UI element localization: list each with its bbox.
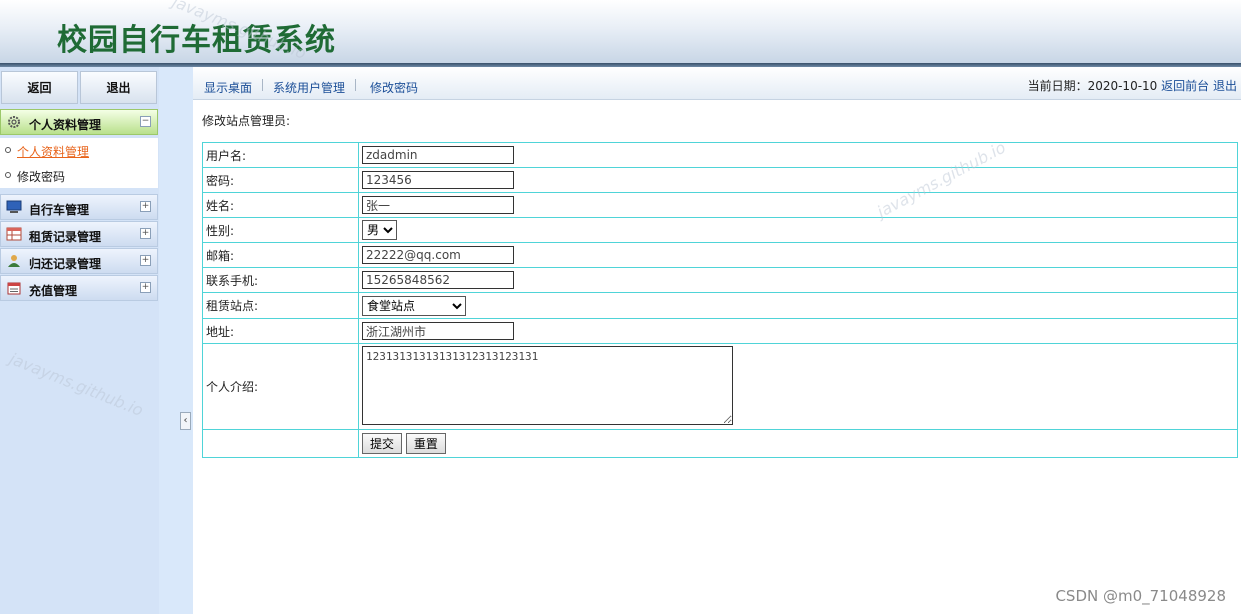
password-field[interactable] xyxy=(362,171,514,189)
bullet-icon xyxy=(5,147,11,153)
calendar-icon xyxy=(7,282,21,295)
form-row: 提交 重置 xyxy=(202,429,1238,458)
date-area: 当前日期：2020-10-10 返回前台 退出 xyxy=(1028,77,1237,94)
form-row: 姓名: xyxy=(202,192,1238,218)
sidebar-section-label: 自行车管理 xyxy=(29,203,90,217)
form-row: 邮箱: xyxy=(202,242,1238,268)
nav-separator xyxy=(262,79,263,91)
logout-button[interactable]: 退出 xyxy=(80,71,157,104)
expand-toggle-icon[interactable]: + xyxy=(140,201,151,212)
app-header: 校园自行车租赁系统 xyxy=(0,0,1241,63)
back-button[interactable]: 返回 xyxy=(1,71,78,104)
reset-button[interactable]: 重置 xyxy=(405,433,446,454)
form-row: 联系手机: xyxy=(202,267,1238,293)
sidebar-section-recharge[interactable]: 充值管理 + xyxy=(0,275,158,301)
nav-link-desktop[interactable]: 显示桌面 xyxy=(204,79,252,96)
label-password: 密码: xyxy=(202,167,359,193)
edit-form: 用户名: 密码: 姓名: 性别: 男 邮箱: 联系手机: 租赁站点: 食堂站点 … xyxy=(202,142,1238,458)
label-email: 邮箱: xyxy=(202,242,359,268)
sidebar-menu: 返回 退出 个人资料管理 − 个人资料管理 修改密码 自行车管理 + 租赁记录管… xyxy=(0,67,159,614)
sidebar-section-label: 租赁记录管理 xyxy=(29,230,102,244)
nav-link-change-password[interactable]: 修改密码 xyxy=(370,79,418,96)
top-nav-bar: 显示桌面 系统用户管理 修改密码 当前日期：2020-10-10 返回前台 退出 xyxy=(193,67,1241,100)
station-select[interactable]: 食堂站点 xyxy=(362,295,466,316)
label-username: 用户名: xyxy=(202,142,359,168)
email-field[interactable] xyxy=(362,246,514,264)
label-name: 姓名: xyxy=(202,192,359,218)
form-row: 性别: 男 xyxy=(202,217,1238,243)
sidebar-item-profile[interactable]: 个人资料管理 xyxy=(0,138,158,163)
collapse-toggle-icon[interactable]: − xyxy=(140,116,151,127)
form-row: 密码: xyxy=(202,167,1238,193)
form-row: 租赁站点: 食堂站点 xyxy=(202,292,1238,319)
user-icon xyxy=(8,255,20,267)
logout-link[interactable]: 退出 xyxy=(1213,79,1237,93)
form-row: 个人介绍: 12313131313131312313123131 xyxy=(202,343,1238,430)
sidebar-item-label[interactable]: 个人资料管理 xyxy=(17,143,89,160)
form-row: 用户名: xyxy=(202,142,1238,168)
table-icon xyxy=(6,227,22,241)
back-to-frontend-link[interactable]: 返回前台 xyxy=(1161,79,1209,93)
page-heading: 修改站点管理员: xyxy=(202,114,291,128)
label-intro: 个人介绍: xyxy=(202,343,359,430)
current-date: 当前日期：2020-10-10 xyxy=(1027,79,1158,93)
username-field[interactable] xyxy=(362,146,514,164)
phone-field[interactable] xyxy=(362,271,514,289)
bullet-icon xyxy=(5,172,11,178)
sidebar-item-change-password[interactable]: 修改密码 xyxy=(0,163,158,188)
sidebar-section-bikes[interactable]: 自行车管理 + xyxy=(0,194,158,220)
sidebar-section-rentals[interactable]: 租赁记录管理 + xyxy=(0,221,158,247)
label-address: 地址: xyxy=(202,318,359,344)
sidebar-section-returns[interactable]: 归还记录管理 + xyxy=(0,248,158,274)
address-field[interactable] xyxy=(362,322,514,340)
sidebar-collapse-button[interactable]: ‹ xyxy=(180,412,191,430)
gender-select[interactable]: 男 xyxy=(362,220,397,240)
label-phone: 联系手机: xyxy=(202,267,359,293)
csdn-watermark: CSDN @m0_71048928 xyxy=(1055,587,1226,605)
form-row: 地址: xyxy=(202,318,1238,344)
name-field[interactable] xyxy=(362,196,514,214)
label-gender: 性别: xyxy=(202,217,359,243)
monitor-icon xyxy=(6,200,22,213)
expand-toggle-icon[interactable]: + xyxy=(140,255,151,266)
expand-toggle-icon[interactable]: + xyxy=(140,282,151,293)
sidebar-section-label: 归还记录管理 xyxy=(29,257,102,271)
sidebar: 返回 退出 个人资料管理 − 个人资料管理 修改密码 自行车管理 + 租赁记录管… xyxy=(0,67,193,614)
expand-toggle-icon[interactable]: + xyxy=(140,228,151,239)
sidebar-section-profile[interactable]: 个人资料管理 − xyxy=(0,109,158,135)
gear-icon xyxy=(8,116,20,128)
submit-button[interactable]: 提交 xyxy=(362,433,403,454)
nav-link-system-users[interactable]: 系统用户管理 xyxy=(273,79,345,96)
label-station: 租赁站点: xyxy=(202,292,359,319)
site-title: 校园自行车租赁系统 xyxy=(57,23,336,58)
sidebar-section-label: 充值管理 xyxy=(29,284,78,298)
intro-textarea[interactable]: 12313131313131312313123131 xyxy=(362,345,733,425)
nav-separator xyxy=(355,79,356,91)
sidebar-item-label: 修改密码 xyxy=(17,170,66,184)
sidebar-section-label: 个人资料管理 xyxy=(29,118,102,132)
empty-cell xyxy=(202,429,359,458)
